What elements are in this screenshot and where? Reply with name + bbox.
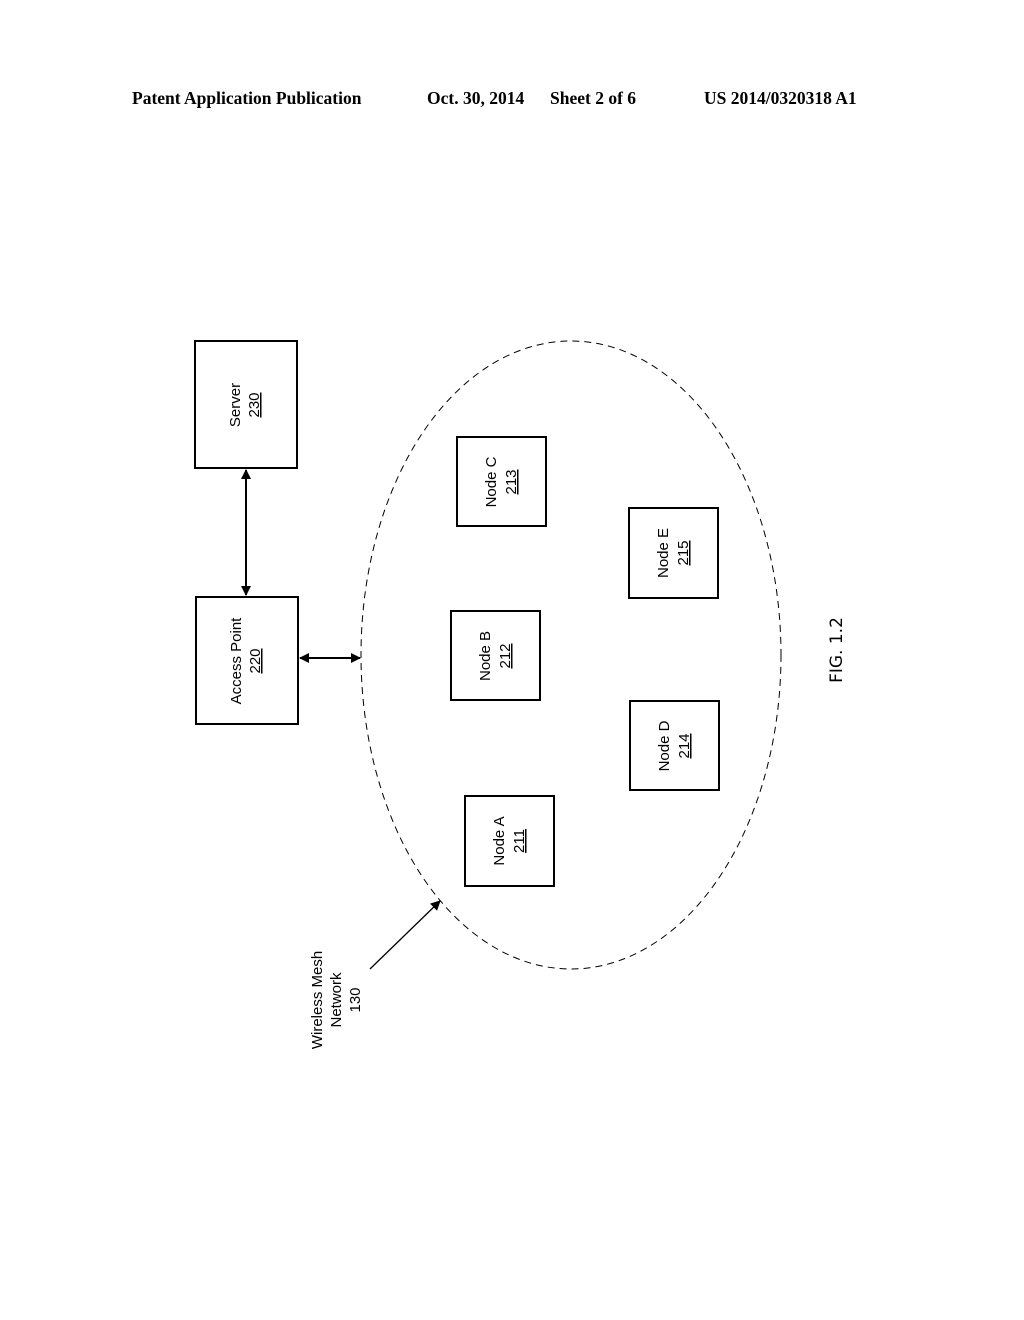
- access-point-block: Access Point 220: [195, 596, 299, 725]
- node-c-block: Node C 213: [456, 436, 547, 527]
- node-d-block: Node D 214: [629, 700, 720, 791]
- node-d-label: Node D: [656, 720, 673, 771]
- network-label: Wireless Mesh Network 130: [309, 951, 364, 1049]
- node-c-label: Node C: [483, 456, 500, 507]
- node-b-ref: 212: [497, 643, 514, 668]
- figure-diagram: Server 230 Access Point 220 Node C 213 N…: [194, 340, 847, 1049]
- node-d-ref: 214: [676, 733, 693, 758]
- node-b-label: Node B: [477, 631, 494, 681]
- access-point-label: Access Point: [228, 617, 245, 705]
- node-c-ref: 213: [503, 469, 520, 494]
- node-e-block: Node E 215: [628, 507, 719, 599]
- server-ref: 230: [246, 392, 263, 417]
- network-leader-arrow: [369, 900, 441, 970]
- node-a-ref: 211: [511, 829, 528, 853]
- network-ref: 130: [347, 987, 364, 1012]
- node-e-label: Node E: [655, 528, 672, 578]
- network-label-line1: Wireless Mesh: [309, 951, 326, 1049]
- figure-label: FIG. 1.2: [827, 617, 847, 683]
- server-label: Server: [227, 383, 244, 427]
- node-b-block: Node B 212: [450, 610, 541, 701]
- node-a-label: Node A: [491, 816, 508, 865]
- mesh-network-boundary: [360, 340, 782, 970]
- network-label-line2: Network: [328, 972, 345, 1028]
- server-block: Server 230: [194, 340, 298, 469]
- node-a-block: Node A 211: [464, 795, 555, 887]
- access-point-ref: 220: [247, 648, 264, 673]
- node-e-ref: 215: [675, 540, 692, 565]
